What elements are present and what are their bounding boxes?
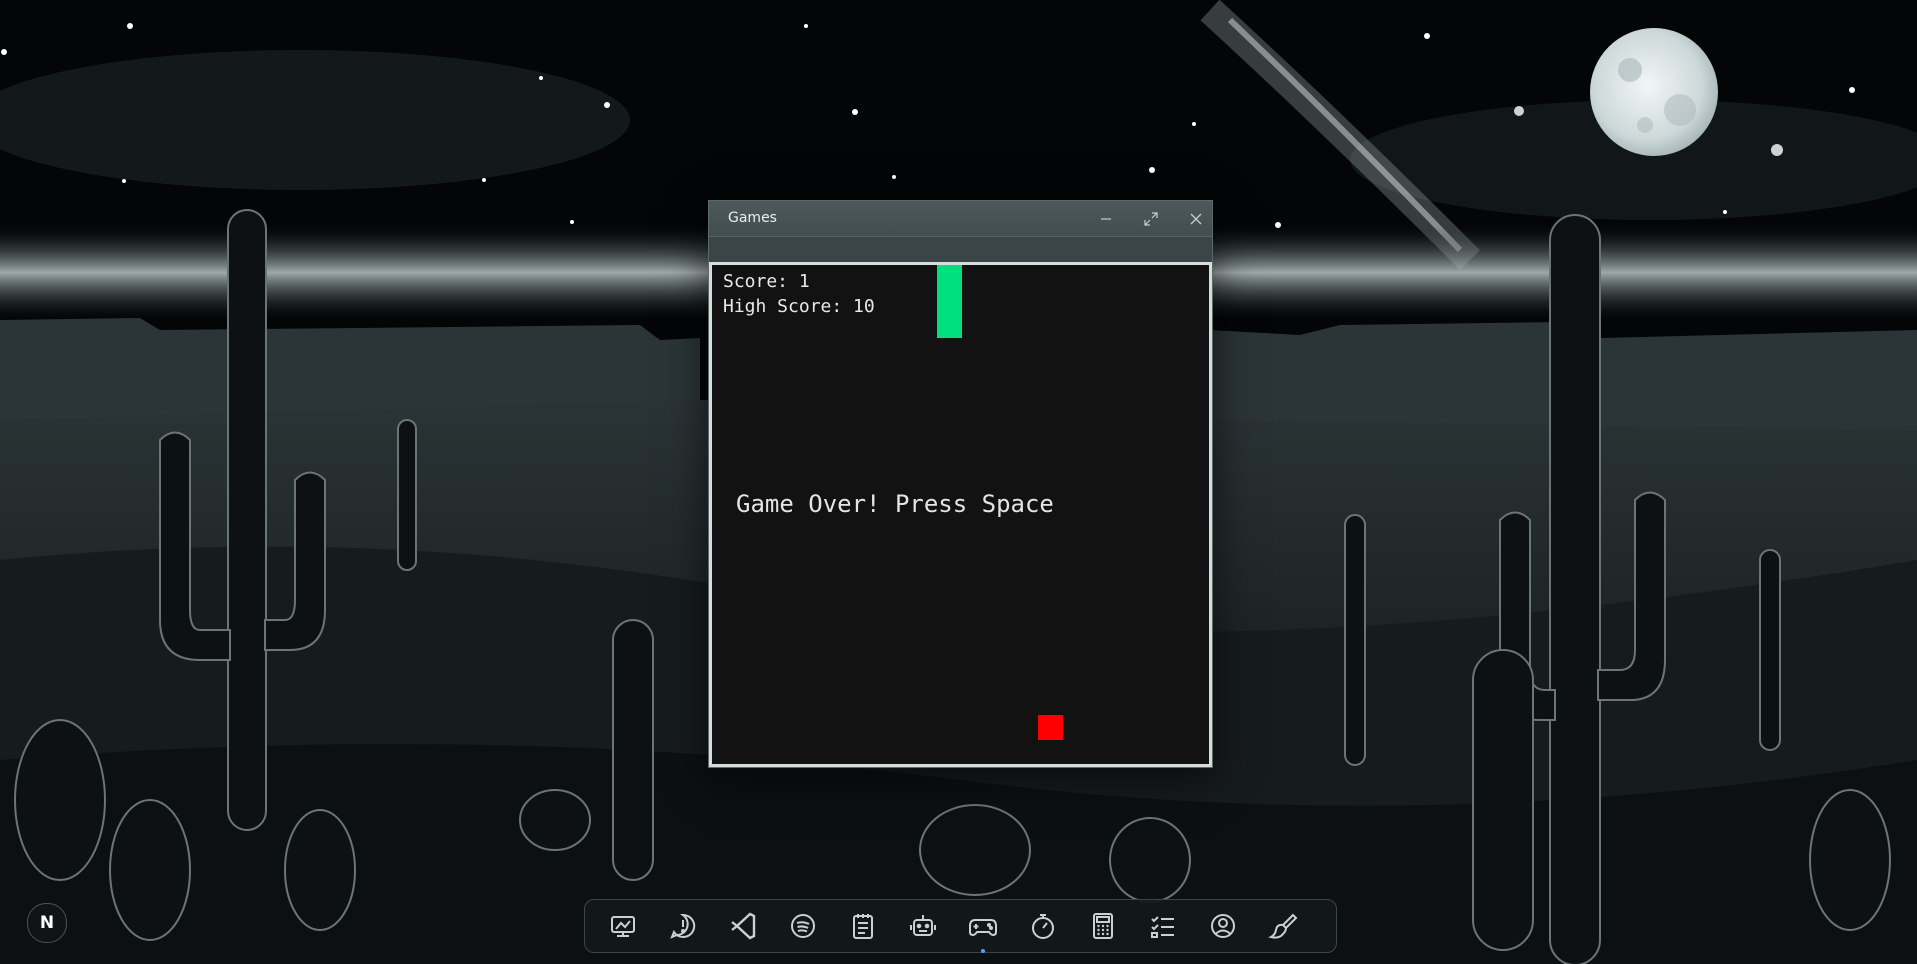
dock-item-feedback[interactable] <box>665 908 701 944</box>
minimize-button[interactable] <box>1095 208 1117 230</box>
start-button[interactable]: N <box>27 903 67 943</box>
score-text: Score: 1 <box>723 271 810 292</box>
taskbar-dock <box>584 899 1337 953</box>
game-canvas[interactable]: Score: 1 High Score: 10 Game Over! Press… <box>709 262 1212 767</box>
dock-item-robot[interactable] <box>905 908 941 944</box>
window-titlebar[interactable]: Games <box>709 201 1212 237</box>
screen-settings-icon <box>611 916 635 937</box>
spotify-icon <box>791 914 815 938</box>
dock-item-notepad[interactable] <box>845 908 881 944</box>
high-score-text: High Score: 10 <box>723 296 875 317</box>
close-icon <box>1190 213 1202 225</box>
window-title: Games <box>728 210 777 226</box>
games-window: Games Score: 1 High Score: 10 Game Over!… <box>708 200 1213 768</box>
maximize-icon <box>1144 212 1158 226</box>
dock-item-paint[interactable] <box>1265 908 1301 944</box>
profile-icon <box>1211 914 1235 938</box>
active-indicator <box>981 949 985 953</box>
dock-item-spotify[interactable] <box>785 908 821 944</box>
dock-item-profile[interactable] <box>1205 908 1241 944</box>
dock-item-stopwatch[interactable] <box>1025 908 1061 944</box>
code-editor-icon <box>731 912 756 940</box>
maximize-button[interactable] <box>1140 208 1162 230</box>
calculator-icon <box>1093 913 1113 939</box>
dock-item-code-editor[interactable] <box>725 908 761 944</box>
feedback-icon <box>670 913 696 939</box>
minimize-icon <box>1101 218 1111 220</box>
paddle <box>937 265 962 338</box>
dock-item-games[interactable] <box>965 908 1001 953</box>
dock-item-calculator[interactable] <box>1085 908 1121 944</box>
gamepad-icon <box>969 919 997 937</box>
ball <box>1038 715 1063 740</box>
dock-item-checklist[interactable] <box>1145 908 1181 944</box>
close-button[interactable] <box>1185 208 1207 230</box>
dock-item-screen-settings[interactable] <box>605 908 641 944</box>
paint-brush-icon <box>1268 913 1298 939</box>
game-over-message: Game Over! Press Space <box>736 490 1054 518</box>
robot-icon <box>910 915 936 936</box>
notepad-icon <box>853 914 873 939</box>
stopwatch-icon <box>1032 914 1054 939</box>
checklist-icon <box>1151 916 1174 938</box>
